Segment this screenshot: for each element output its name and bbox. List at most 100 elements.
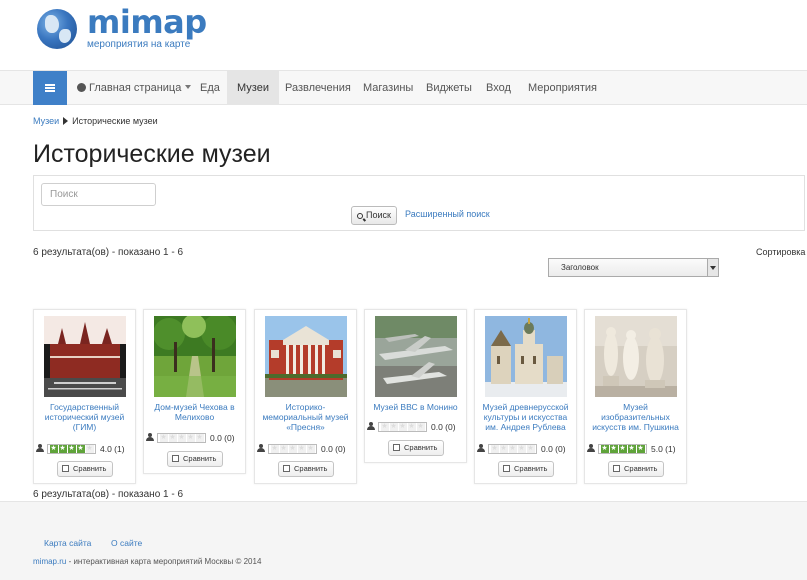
globe-icon [77, 83, 86, 92]
footer-link-about[interactable]: О сайте [111, 538, 142, 548]
star-icon: ★ [627, 444, 636, 453]
museum-card: Музей ВВС в Монино ★ ★ ★ ★ ★ 0.0 (0) Сравнит… [364, 309, 467, 463]
compare-button[interactable]: Сравнить [57, 461, 114, 477]
user-icon [257, 444, 266, 453]
museum-image[interactable] [375, 316, 457, 397]
star-icon: ★ [398, 422, 407, 431]
museum-card: Историко-мемориальный музей «Пресня» ★ ★ ★… [254, 309, 357, 484]
star-icon: ★ [600, 444, 609, 453]
sort-label: Сортировка [756, 247, 806, 257]
compare-label: Сравнить [183, 454, 217, 463]
star-rating[interactable]: ★ ★ ★ ★ ★ [47, 443, 96, 454]
star-icon: ★ [49, 444, 58, 453]
search-button[interactable]: Поиск [351, 206, 397, 225]
museum-title-link[interactable]: Музей ВВС в Монино [368, 402, 463, 412]
nav-item-museums[interactable]: Музеи [227, 71, 279, 105]
rating: ★ ★ ★ ★ ★ 4.0 (1) [36, 443, 125, 454]
copyright-link[interactable]: mimap.ru [33, 557, 66, 566]
site-footer: Карта сайта О сайте mimap.ru - интеракти… [0, 501, 807, 580]
nav-item-home[interactable]: Главная страница [67, 71, 201, 105]
rating-value: 5.0 (1) [651, 443, 676, 454]
star-icon: ★ [306, 444, 315, 453]
compare-label: Сравнить [73, 464, 107, 473]
rating-value: 0.0 (0) [541, 443, 566, 454]
museum-image[interactable] [154, 316, 236, 397]
museum-image[interactable] [595, 316, 677, 397]
checkbox-icon [503, 465, 510, 472]
compare-button[interactable]: Сравнить [167, 451, 224, 467]
copyright-text: - интерактивная карта мероприятий Москвы… [66, 557, 262, 566]
advanced-search-link[interactable]: Расширенный поиск [405, 209, 490, 219]
nav-item-home-label: Главная страница [89, 82, 182, 94]
nav-item-food[interactable]: Еда [190, 71, 230, 105]
nav-item-events[interactable]: Мероприятия [518, 71, 607, 105]
star-rating[interactable]: ★ ★ ★ ★ ★ [488, 443, 537, 454]
museum-title-link[interactable]: Дом-музей Чехова в Мелихово [147, 402, 242, 422]
rating-value: 0.0 (0) [321, 443, 346, 454]
main-navbar: Главная страница Еда Музеи Развлечения М… [0, 70, 807, 105]
site-logo-text[interactable]: mimap [87, 3, 207, 41]
footer-link-sitemap[interactable]: Карта сайта [44, 538, 91, 548]
star-icon: ★ [389, 422, 398, 431]
star-icon: ★ [159, 433, 168, 442]
museum-title-link[interactable]: Государственный исторический музей (ГИМ) [37, 402, 132, 432]
compare-button[interactable]: Сравнить [608, 461, 665, 477]
compare-button[interactable]: Сравнить [498, 461, 555, 477]
star-icon: ★ [508, 444, 517, 453]
rating: ★ ★ ★ ★ ★ 0.0 (0) [146, 432, 235, 443]
user-icon [587, 444, 596, 453]
nav-item-login[interactable]: Вход [476, 71, 521, 105]
checkbox-icon [393, 444, 400, 451]
star-icon: ★ [407, 422, 416, 431]
compare-label: Сравнить [624, 464, 658, 473]
star-icon: ★ [67, 444, 76, 453]
rating: ★ ★ ★ ★ ★ 0.0 (0) [367, 421, 456, 432]
star-rating[interactable]: ★ ★ ★ ★ ★ [157, 432, 206, 443]
museum-card: Музей изобразительных искусств им. Пушки… [584, 309, 687, 484]
results-summary-bottom: 6 результата(ов) - показано 1 - 6 [33, 489, 184, 500]
search-input[interactable]: Поиск [41, 183, 156, 206]
star-rating[interactable]: ★ ★ ★ ★ ★ [598, 443, 647, 454]
user-icon [146, 433, 155, 442]
nav-item-widgets[interactable]: Виджеты [416, 71, 482, 105]
search-button-label: Поиск [366, 210, 391, 220]
compare-label: Сравнить [514, 464, 548, 473]
sort-selected-value: Заголовок [561, 263, 599, 272]
compare-label: Сравнить [404, 443, 438, 452]
star-icon: ★ [499, 444, 508, 453]
star-icon: ★ [58, 444, 67, 453]
site-tagline: мероприятия на карте [87, 39, 191, 50]
checkbox-icon [283, 465, 290, 472]
star-icon: ★ [195, 433, 204, 442]
star-rating[interactable]: ★ ★ ★ ★ ★ [378, 421, 427, 432]
globe-logo-icon[interactable] [37, 9, 77, 49]
museum-title-link[interactable]: Музей древнерусской культуры и искусства… [478, 402, 573, 432]
museum-image[interactable] [44, 316, 126, 397]
star-rating[interactable]: ★ ★ ★ ★ ★ [268, 443, 317, 454]
star-icon: ★ [186, 433, 195, 442]
breadcrumb-link-museums[interactable]: Музеи [33, 116, 59, 126]
checkbox-icon [172, 455, 179, 462]
nav-item-shops[interactable]: Магазины [353, 71, 423, 105]
rating-value: 4.0 (1) [100, 443, 125, 454]
star-icon: ★ [618, 444, 627, 453]
rating: ★ ★ ★ ★ ★ 0.0 (0) [257, 443, 346, 454]
nav-item-entertainment[interactable]: Развлечения [275, 71, 361, 105]
user-icon [367, 422, 376, 431]
compare-button[interactable]: Сравнить [278, 461, 335, 477]
museum-image[interactable] [485, 316, 567, 397]
page-title: Исторические музеи [33, 140, 271, 168]
star-icon: ★ [279, 444, 288, 453]
checkbox-icon [613, 465, 620, 472]
menu-toggle-button[interactable] [33, 71, 67, 105]
museum-card: Государственный исторический музей (ГИМ)… [33, 309, 136, 484]
sort-select[interactable]: Заголовок [548, 258, 719, 277]
breadcrumb: Музеи Исторические музеи [33, 116, 158, 126]
museum-title-link[interactable]: Историко-мемориальный музей «Пресня» [258, 402, 353, 432]
user-icon [477, 444, 486, 453]
search-panel: Поиск Поиск Расширенный поиск [33, 175, 805, 231]
museum-image[interactable] [265, 316, 347, 397]
compare-button[interactable]: Сравнить [388, 440, 445, 456]
star-icon: ★ [85, 444, 94, 453]
museum-title-link[interactable]: Музей изобразительных искусств им. Пушки… [588, 402, 683, 432]
